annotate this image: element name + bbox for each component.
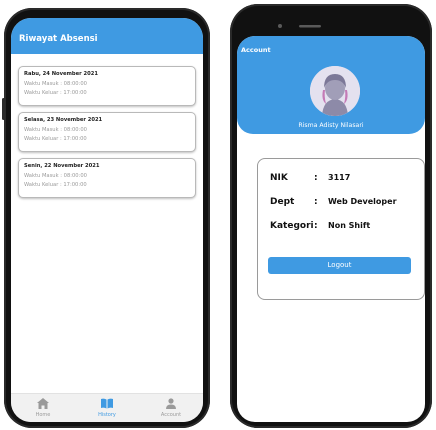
attendance-date: Selasa, 23 November 2021 bbox=[24, 117, 103, 123]
user-name: Risma Adisty Nilasari bbox=[298, 122, 364, 129]
info-key: Dept bbox=[270, 197, 295, 207]
page-title: Riwayat Absensi bbox=[19, 34, 98, 44]
nav-history-label: History bbox=[98, 412, 116, 418]
info-row-dept: Dept: Web Developer bbox=[270, 197, 397, 207]
phone-account: Account Risma Adisty Nilasari NIK: 3117 D… bbox=[230, 4, 432, 428]
info-colon: : bbox=[314, 221, 318, 231]
attendance-date: Senin, 22 November 2021 bbox=[24, 163, 100, 169]
nav-home-label: Home bbox=[35, 412, 51, 418]
check-in-time: Waktu Masuk : 08:00:00 bbox=[24, 126, 87, 133]
info-value: 3117 bbox=[328, 173, 351, 182]
info-row-nik: NIK: 3117 bbox=[270, 173, 350, 183]
nav-home[interactable]: Home bbox=[11, 394, 75, 422]
info-value: Web Developer bbox=[328, 197, 397, 206]
profile-info-card: NIK: 3117 Dept: Web Developer Kategori: Non… bbox=[257, 158, 425, 300]
check-out-time: Waktu Keluar : 17:00:00 bbox=[24, 182, 87, 188]
phone-history: Riwayat Absensi Rabu, 24 November 2021 W… bbox=[2, 8, 210, 428]
avatar bbox=[310, 66, 360, 116]
home-icon bbox=[37, 398, 49, 409]
check-out-time: Waktu Keluar : 17:00:00 bbox=[24, 136, 87, 142]
speaker-camera bbox=[278, 24, 321, 28]
volume-button bbox=[2, 98, 5, 120]
account-screen: Account Risma Adisty Nilasari NIK: 3117 D… bbox=[237, 36, 425, 422]
check-out-time: Waktu Keluar : 17:00:00 bbox=[24, 90, 87, 96]
logout-button[interactable]: Logout bbox=[268, 257, 411, 274]
check-in-time: Waktu Masuk : 08:00:00 bbox=[24, 80, 87, 87]
book-icon bbox=[101, 398, 113, 409]
info-value: Non Shift bbox=[328, 221, 371, 230]
info-key: NIK bbox=[270, 173, 288, 183]
info-key: Kategori bbox=[270, 221, 314, 231]
attendance-card[interactable]: Senin, 22 November 2021 Waktu Masuk : 08… bbox=[18, 158, 196, 198]
check-in-time: Waktu Masuk : 08:00:00 bbox=[24, 172, 87, 179]
info-row-kategori: Kategori: Non Shift bbox=[270, 221, 370, 231]
history-screen: Riwayat Absensi Rabu, 24 November 2021 W… bbox=[11, 18, 203, 422]
account-header: Account Risma Adisty Nilasari bbox=[237, 36, 425, 134]
nav-account-label: Account bbox=[160, 412, 182, 418]
history-header: Riwayat Absensi bbox=[11, 18, 203, 54]
info-colon: : bbox=[314, 173, 318, 183]
page-title: Account bbox=[241, 46, 271, 54]
nav-history[interactable]: History bbox=[75, 394, 139, 422]
attendance-card[interactable]: Rabu, 24 November 2021 Waktu Masuk : 08:… bbox=[18, 66, 196, 106]
user-icon bbox=[166, 398, 176, 409]
nav-account[interactable]: Account bbox=[139, 394, 203, 422]
attendance-card[interactable]: Selasa, 23 November 2021 Waktu Masuk : 0… bbox=[18, 112, 196, 152]
avatar-icon bbox=[310, 66, 360, 116]
bottom-navigation: Home History Account bbox=[11, 393, 203, 422]
attendance-date: Rabu, 24 November 2021 bbox=[24, 71, 98, 77]
info-colon: : bbox=[314, 197, 318, 207]
